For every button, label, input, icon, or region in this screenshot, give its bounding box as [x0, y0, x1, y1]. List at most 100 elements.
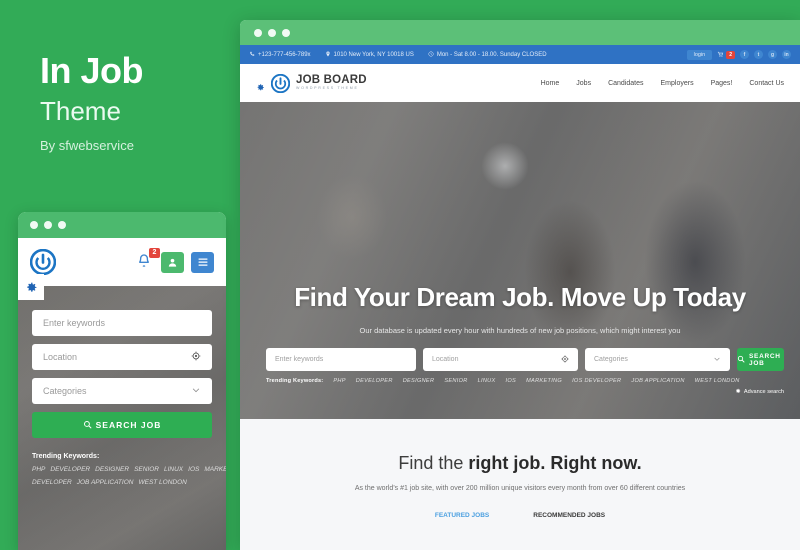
map-pin-icon — [325, 51, 331, 59]
job-search-form: Enter keywords Location Categories SEARC… — [266, 348, 784, 371]
trending-keyword[interactable]: PHP — [333, 378, 345, 384]
chevron-down-icon[interactable] — [191, 385, 201, 397]
hamburger-menu-icon[interactable] — [191, 251, 214, 273]
browser-window-chrome — [240, 20, 800, 45]
topbar-address: 1010 New York, NY 10018 US — [325, 51, 414, 59]
topbar-hours-text: Mon - Sat 8.00 - 18.00. Sunday CLOSED — [436, 51, 547, 58]
gear-icon — [735, 388, 741, 396]
trending-keyword[interactable]: IOS DEVELOPER — [572, 378, 621, 384]
topbar-address-text: 1010 New York, NY 10018 US — [333, 51, 414, 58]
nav-item-employers[interactable]: Employers — [661, 80, 694, 87]
mobile-trending-keyword[interactable]: DEVELOPER — [50, 466, 90, 473]
nav-item-contact-us[interactable]: Contact Us — [749, 80, 784, 87]
mobile-trending-keyword[interactable]: LINUX — [164, 466, 183, 473]
target-locate-icon[interactable] — [191, 351, 201, 363]
topbar-right-group: login 2 f t g in — [686, 49, 791, 60]
notification-badge: 2 — [149, 248, 160, 258]
category-placeholder: Categories — [594, 356, 628, 363]
mobile-trending-keyword[interactable]: WEST LONDON — [138, 479, 186, 486]
advance-search-link[interactable]: Advance search — [735, 388, 784, 396]
promo-subtitle: Theme — [40, 96, 121, 126]
brand-text: JOB BOARD WORDPRESS THEME — [296, 74, 367, 91]
mobile-location-placeholder: Location — [43, 352, 78, 362]
mobile-trending-keyword[interactable]: IOS — [188, 466, 199, 473]
login-button[interactable]: login — [686, 49, 713, 60]
window-maximize-dot[interactable] — [58, 221, 66, 229]
cta-heading-bold: right job. Right now. — [468, 453, 642, 473]
mobile-trending-keywords: Trending Keywords: PHP DEVELOPER DESIGNER S… — [32, 450, 226, 489]
location-input[interactable]: Location — [423, 348, 578, 371]
gear-icon[interactable] — [18, 274, 44, 300]
cta-heading: Find the right job. Right now. — [240, 453, 800, 474]
keyword-input[interactable]: Enter keywords — [266, 348, 416, 371]
facebook-icon[interactable]: f — [740, 50, 749, 59]
window-minimize-dot[interactable] — [44, 221, 52, 229]
advance-search-label: Advance search — [743, 389, 784, 395]
cta-heading-light: Find the — [398, 453, 469, 473]
tab-recommended-jobs[interactable]: RECOMMENDED JOBS — [533, 512, 605, 519]
trending-keyword[interactable]: WEST LONDON — [695, 378, 740, 384]
clock-icon — [428, 51, 434, 59]
promo-title: In Job — [40, 50, 144, 91]
window-close-dot[interactable] — [30, 221, 38, 229]
search-icon — [737, 355, 745, 365]
mobile-search-job-button[interactable]: SEARCH JOB — [32, 412, 212, 438]
cta-paragraph: As the world's #1 job site, with over 20… — [354, 485, 686, 492]
window-maximize-dot[interactable] — [282, 28, 290, 37]
mobile-trending-keyword[interactable]: DESIGNER — [95, 466, 129, 473]
cta-section: Find the right job. Right now. As the wo… — [240, 419, 800, 550]
bell-icon[interactable]: 2 — [136, 248, 160, 271]
topbar-phone[interactable]: +123-777-456-789x — [249, 51, 311, 59]
nav-item-jobs[interactable]: Jobs — [576, 80, 591, 87]
window-close-dot[interactable] — [254, 28, 262, 37]
main-navigation: Home Jobs Candidates Employers Pages! Contact… — [541, 80, 784, 87]
hero-background-image — [240, 102, 800, 419]
location-placeholder: Location — [432, 356, 459, 363]
trending-keyword[interactable]: IOS — [506, 378, 517, 384]
linkedin-icon[interactable]: in — [782, 50, 791, 59]
trending-keywords-bar: Trending Keywords: PHP DEVELOPER DESIGNER S… — [266, 378, 784, 396]
mobile-location-input[interactable]: Location — [32, 344, 212, 370]
mobile-trending-keyword[interactable]: JOB APPLICATION — [77, 479, 134, 486]
category-select[interactable]: Categories — [585, 348, 730, 371]
brand-tagline: WORDPRESS THEME — [296, 86, 359, 91]
search-job-button[interactable]: SEARCH JOB — [737, 348, 784, 371]
tab-featured-jobs[interactable]: FEATURED JOBS — [435, 512, 489, 519]
nav-item-pages[interactable]: Pages! — [711, 80, 733, 87]
trending-keyword[interactable]: DESIGNER — [403, 378, 435, 384]
site-topbar: +123-777-456-789x 1010 New York, NY 1001… — [240, 45, 800, 64]
cart-icon[interactable]: 2 — [717, 50, 735, 59]
user-icon[interactable] — [161, 251, 184, 273]
site-brand[interactable]: JOB BOARD WORDPRESS THEME — [256, 73, 367, 93]
nav-item-home[interactable]: Home — [541, 80, 560, 87]
chevron-down-icon[interactable] — [713, 355, 721, 365]
mobile-trending-keyword[interactable]: MARKETING — [204, 466, 226, 473]
nav-item-candidates[interactable]: Candidates — [608, 80, 643, 87]
mobile-keyword-input[interactable]: Enter keywords — [32, 310, 212, 336]
topbar-hours: Mon - Sat 8.00 - 18.00. Sunday CLOSED — [428, 51, 547, 59]
power-button-icon[interactable] — [29, 248, 57, 276]
search-icon — [83, 420, 92, 431]
mobile-search-button-label: SEARCH JOB — [95, 420, 162, 430]
mobile-keyword-placeholder: Enter keywords — [43, 318, 106, 328]
trending-keyword[interactable]: MARKETING — [526, 378, 562, 384]
mobile-category-placeholder: Categories — [43, 386, 87, 396]
site-navbar: JOB BOARD WORDPRESS THEME Home Jobs Candid… — [240, 64, 800, 102]
search-button-label: SEARCH JOB — [749, 352, 781, 367]
window-minimize-dot[interactable] — [268, 28, 276, 37]
mobile-trending-keyword[interactable]: SENIOR — [134, 466, 159, 473]
trending-keyword[interactable]: DEVELOPER — [356, 378, 393, 384]
twitter-icon[interactable]: t — [754, 50, 763, 59]
job-tabs: FEATURED JOBS RECOMMENDED JOBS — [240, 512, 800, 519]
target-locate-icon[interactable] — [561, 355, 569, 365]
google-plus-icon[interactable]: g — [768, 50, 777, 59]
trending-keyword[interactable]: JOB APPLICATION — [631, 378, 684, 384]
hero-section: Find Your Dream Job. Move Up Today Our d… — [240, 102, 800, 419]
gear-icon[interactable] — [256, 79, 265, 90]
mobile-category-select[interactable]: Categories — [32, 378, 212, 404]
mobile-window-chrome — [18, 212, 226, 238]
mobile-hero: Enter keywords Location Categories SEARC… — [18, 274, 226, 550]
trending-keyword[interactable]: SENIOR — [444, 378, 467, 384]
mobile-trending-keyword[interactable]: PHP — [32, 466, 45, 473]
trending-keyword[interactable]: LINUX — [478, 378, 496, 384]
